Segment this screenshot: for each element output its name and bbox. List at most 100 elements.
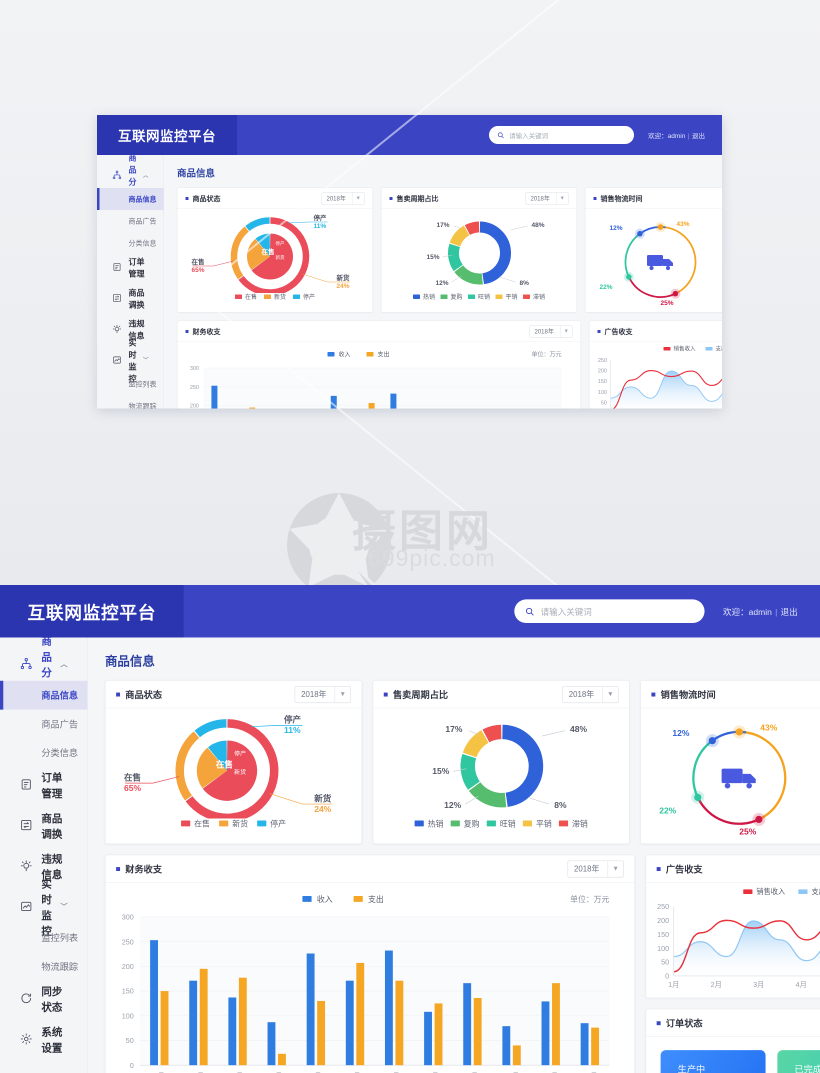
- year-value: 2018年: [568, 689, 595, 700]
- legend-label: 支出: [811, 887, 820, 896]
- ring-marker: [637, 230, 643, 237]
- slice-value: 8%: [554, 800, 567, 810]
- refresh-icon: [20, 992, 33, 1005]
- order-tile-0[interactable]: 生产中 4086件: [660, 1050, 766, 1073]
- x-tick: 3月: [753, 980, 764, 989]
- bullet-icon: [116, 692, 121, 697]
- y-tick: 100: [122, 1011, 134, 1020]
- chart-unit: 单位：万元: [531, 351, 561, 359]
- y-tick: 50: [661, 958, 669, 967]
- bar: [473, 997, 482, 1066]
- ring-arc: [624, 232, 641, 278]
- donut-svg: 48% 17% 15% 12% 8%: [432, 724, 587, 810]
- sidebar-item-2[interactable]: 商品调换: [0, 808, 87, 842]
- top-bar: 互联网监控平台 请输入关键词 欢迎：admin | 退出: [97, 115, 722, 155]
- sidebar-item-5[interactable]: 同步状态: [0, 981, 87, 1015]
- bar: [356, 962, 365, 1066]
- legend-swatch: [743, 889, 753, 894]
- user-menu[interactable]: 欢迎：admin | 退出: [723, 605, 798, 617]
- page-title: 商品信息: [177, 168, 216, 180]
- year-value: 2018年: [530, 195, 550, 202]
- sidebar-item-6[interactable]: 系统设置: [0, 1022, 87, 1056]
- year-value: 2018年: [301, 689, 327, 700]
- legend-item: 支出: [798, 887, 820, 896]
- bar: [512, 1045, 521, 1066]
- legend-swatch: [705, 347, 713, 351]
- slice-inner-label: 停产: [234, 750, 246, 758]
- slice-value: 24%: [337, 283, 350, 290]
- pie-donut-svg: 在售 新货 停产 在售 65% 新货 24% 停产 11%: [192, 213, 351, 296]
- y-tick: 200: [598, 369, 607, 375]
- chevron-down-icon: ▼: [602, 686, 618, 703]
- chevron-icon: ﹀: [143, 357, 149, 364]
- slice-value: 43%: [677, 221, 690, 228]
- search-input[interactable]: 请输入关键词: [489, 126, 635, 144]
- year-select-finance[interactable]: 2018年 ▼: [529, 324, 573, 338]
- slice-value: 15%: [432, 766, 449, 776]
- search-input[interactable]: 请输入关键词: [514, 599, 705, 624]
- sidebar-item-0[interactable]: 商品分类 ︿: [0, 636, 87, 695]
- chart-unit: 单位：万元: [570, 894, 609, 904]
- logout-link[interactable]: 退出: [692, 132, 705, 140]
- year-select-product-status[interactable]: 2018年 ▼: [294, 685, 351, 703]
- search-placeholder: 请输入关键词: [509, 131, 549, 140]
- chevron-icon: ︿: [143, 172, 149, 179]
- ring-arc: [627, 276, 677, 298]
- sidebar-item-1[interactable]: 订单管理: [0, 767, 87, 801]
- y-tick: 250: [657, 902, 669, 911]
- sidebar-item-label: 订单管理: [41, 772, 63, 800]
- sidebar-subitem-0-0[interactable]: 商品信息: [0, 680, 88, 710]
- ring-marker: [626, 274, 632, 280]
- y-tick: 100: [598, 390, 607, 396]
- card-title: 广告收支: [604, 327, 633, 336]
- bar: [395, 980, 404, 1066]
- user-menu[interactable]: 欢迎：admin | 退出: [648, 130, 705, 140]
- donut-arc: [449, 225, 470, 247]
- sidebar-subitem-0-1[interactable]: 商品广告: [0, 710, 87, 739]
- ring-marker: [735, 728, 743, 736]
- sidebar-subitem-4-0[interactable]: 监控列表: [0, 923, 87, 952]
- sidebar-subitem-4-0[interactable]: 监控列表: [97, 373, 164, 395]
- y-tick: 200: [657, 916, 669, 925]
- sitemap-icon: [20, 657, 33, 670]
- bar: [199, 968, 208, 1066]
- sidebar-item-label: 商品调换: [128, 289, 145, 310]
- legend-item: 支出: [353, 894, 384, 904]
- sidebar-item-4[interactable]: 实时监控 ﹀: [0, 879, 87, 937]
- sidebar-subitem-0-0[interactable]: 商品信息: [97, 188, 164, 210]
- order-tile-1[interactable]: 已完成 3258件: [777, 1050, 820, 1073]
- dashboard-main: 互联网监控平台 请输入关键词 欢迎：admin|退出 商品分类 ︿ 商品信息商品…: [0, 585, 820, 1073]
- y-tick: 300: [122, 913, 134, 922]
- logout-link[interactable]: 退出: [781, 607, 798, 617]
- bar: [424, 1011, 432, 1066]
- bullet-icon: [597, 329, 601, 333]
- slice-value: 8%: [520, 280, 530, 287]
- year-select-sales-cycle[interactable]: 2018年 ▼: [562, 685, 619, 703]
- sidebar-subitem-4-1[interactable]: 物流跟踪: [97, 395, 164, 409]
- sidebar-subitem-0-2[interactable]: 分类信息: [0, 739, 87, 768]
- sidebar-subitem-0-2[interactable]: 分类信息: [97, 232, 164, 254]
- legend-swatch: [663, 347, 671, 351]
- sidebar-subitem-0-1[interactable]: 商品广告: [97, 210, 164, 232]
- sidebar-item-0[interactable]: 商品分类 ︿: [97, 154, 164, 199]
- app-main: 互联网监控平台 请输入关键词 欢迎：admin|退出 商品分类 ︿ 商品信息商品…: [0, 585, 820, 1073]
- year-select-product-status[interactable]: 2018年 ▼: [321, 191, 365, 205]
- donut-arc: [468, 781, 507, 808]
- sidebar-subitem-label: 物流跟踪: [128, 402, 157, 409]
- sidebar-subitem-label: 商品广告: [41, 718, 79, 730]
- sidebar-item-1[interactable]: 订单管理: [97, 254, 164, 280]
- main-area: 互联网监控平台 请输入关键词 欢迎：admin|退出 商品分类 ︿ 商品信息商品…: [0, 585, 820, 1073]
- ring-marker: [672, 290, 679, 297]
- sidebar-subitem-4-1[interactable]: 物流跟踪: [0, 952, 87, 981]
- sidebar-item-2[interactable]: 商品调换: [97, 285, 164, 311]
- sidebar-item-4[interactable]: 实时监控 ﹀: [97, 339, 164, 384]
- ring-marker: [708, 737, 716, 745]
- slice-label: 停产: [284, 715, 302, 725]
- chevron-icon: ﹀: [60, 903, 68, 912]
- ring-marker: [657, 224, 664, 230]
- year-select-finance[interactable]: 2018年 ▼: [567, 860, 624, 878]
- legend-label: 收入: [317, 894, 333, 904]
- chevron-down-icon: ▼: [352, 192, 364, 205]
- year-select-sales-cycle[interactable]: 2018年 ▼: [525, 191, 569, 205]
- legend-swatch: [302, 895, 312, 902]
